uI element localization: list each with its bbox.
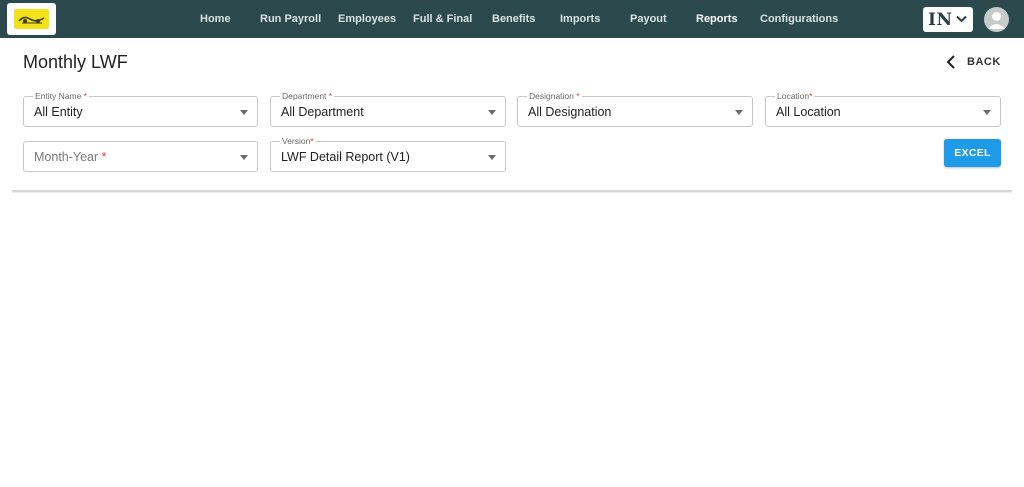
chevron-left-icon	[946, 55, 955, 69]
top-navigation-bar: Home Run Payroll Employees Full & Final …	[0, 0, 1024, 38]
nav-payout[interactable]: Payout	[630, 0, 667, 38]
entity-name-label: Entity Name *	[33, 91, 89, 101]
nav-benefits[interactable]: Benefits	[492, 0, 535, 38]
designation-select[interactable]: Designation * All Designation	[517, 91, 753, 127]
location-select[interactable]: Location* All Location	[765, 91, 1001, 127]
location-label: Location*	[775, 91, 815, 101]
version-select[interactable]: Version* LWF Detail Report (V1)	[270, 136, 506, 172]
dropdown-arrow-icon	[735, 110, 743, 115]
page-title: Monthly LWF	[23, 52, 128, 72]
logo-icon	[14, 9, 49, 29]
section-divider	[12, 190, 1012, 192]
designation-value: All Designation	[528, 105, 612, 119]
user-avatar-icon[interactable]	[984, 7, 1009, 32]
dropdown-arrow-icon	[983, 110, 991, 115]
department-select[interactable]: Department * All Department	[270, 91, 506, 127]
nav-reports[interactable]: Reports	[696, 0, 738, 38]
nav-run-payroll[interactable]: Run Payroll	[260, 0, 321, 38]
nav-full-and-final[interactable]: Full & Final	[413, 0, 472, 38]
nav-configurations[interactable]: Configurations	[760, 0, 838, 38]
dropdown-arrow-icon	[488, 155, 496, 160]
entity-name-value: All Entity	[34, 105, 83, 119]
nav-employees[interactable]: Employees	[338, 0, 396, 38]
chevron-down-icon	[956, 15, 967, 23]
country-code: IN	[928, 10, 953, 30]
entity-name-select[interactable]: Entity Name * All Entity	[23, 91, 258, 127]
dropdown-arrow-icon	[488, 110, 496, 115]
nav-home[interactable]: Home	[200, 0, 231, 38]
department-label: Department *	[280, 91, 335, 101]
country-selector[interactable]: IN	[923, 7, 973, 32]
back-label: BACK	[967, 56, 1001, 68]
dropdown-arrow-icon	[240, 110, 248, 115]
version-value: LWF Detail Report (V1)	[281, 150, 410, 164]
dropdown-arrow-icon	[240, 155, 248, 160]
location-value: All Location	[776, 105, 841, 119]
nav-imports[interactable]: Imports	[560, 0, 600, 38]
company-logo[interactable]	[7, 3, 56, 35]
month-year-placeholder: Month-Year *	[34, 150, 107, 164]
month-year-select[interactable]: Month-Year *	[23, 141, 258, 172]
designation-label: Designation *	[527, 91, 582, 101]
version-label: Version*	[280, 136, 316, 146]
excel-export-button[interactable]: EXCEL	[944, 139, 1001, 167]
department-value: All Department	[281, 105, 364, 119]
